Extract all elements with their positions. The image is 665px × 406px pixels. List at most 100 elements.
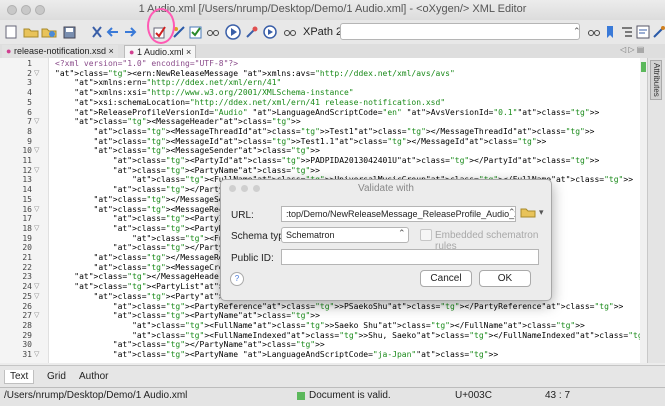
code-line[interactable]: <?xml version="1.0" encoding="UTF-8"?> <box>55 59 238 68</box>
code-line[interactable]: "at">class="tg"><MessageHeader"at">class… <box>55 117 300 126</box>
fold-toggle-icon[interactable]: ▽ <box>34 166 39 174</box>
modified-dot-icon: ● <box>6 46 12 56</box>
line-number: 23 <box>22 272 32 282</box>
code-line[interactable]: "at">class="tg"><PartyName"at">class="tg… <box>55 166 320 175</box>
fold-toggle-icon[interactable]: ▽ <box>34 224 39 232</box>
code-line[interactable]: "at">class="tg"><FullName"at">class="tg"… <box>55 321 585 330</box>
file-path-status: /Users/nrump/Desktop/Demo/1 Audio.xml <box>4 390 188 401</box>
close-tab-icon[interactable]: × <box>186 47 191 57</box>
cancel-button[interactable]: Cancel <box>420 270 472 287</box>
line-number: 7 <box>27 117 32 127</box>
line-number: 27 <box>22 311 32 321</box>
code-line[interactable]: "at">class="tg"><MessageThreadId"at">cla… <box>55 127 595 136</box>
profile-glasses-icon[interactable] <box>281 23 299 41</box>
code-line[interactable]: "at">class="tg"><PartyId"at">class="tg">… <box>55 156 600 165</box>
code-line[interactable]: "at">class="tg"></PartyName"at">class="t… <box>55 340 325 349</box>
public-id-input[interactable] <box>281 249 539 265</box>
modified-dot-icon: ● <box>129 47 135 57</box>
open-url-icon[interactable] <box>40 23 58 41</box>
tab-1-audio-xml[interactable]: ● 1 Audio.xml × <box>124 45 197 59</box>
window-title: 1 Audio.xml [/Users/nrump/Desktop/Demo/1… <box>138 3 527 15</box>
code-line[interactable]: "at">class="tg"><PartyReference"at">clas… <box>55 302 624 311</box>
code-line[interactable]: "at">xmlns:xsi="http://www.w3.org/2001/X… <box>55 88 353 97</box>
tab-release-notification[interactable]: ● release-notification.xsd × <box>2 45 118 58</box>
close-tab-icon[interactable]: × <box>109 46 114 56</box>
schema-type-select[interactable]: Schematron <box>281 227 409 243</box>
code-line[interactable]: "at">class="tg"><PartyName "at">Language… <box>55 350 498 359</box>
new-file-icon[interactable] <box>2 23 20 41</box>
browse-folder-icon[interactable] <box>520 205 536 222</box>
back-arrow-icon[interactable] <box>104 23 122 41</box>
fold-toggle-icon[interactable]: ▽ <box>34 69 39 77</box>
code-line[interactable]: "at">ReleaseProfileVersionId="Audio" "at… <box>55 108 599 117</box>
embedded-rules-checkbox[interactable] <box>420 229 432 241</box>
tab-label: 1 Audio.xml <box>136 47 184 57</box>
validate-with-dialog: Validate with URL: :top/Demo/NewReleaseM… <box>220 179 552 301</box>
validation-status-marker <box>641 62 646 72</box>
bookmark-icon[interactable] <box>601 23 619 41</box>
line-number: 16 <box>22 204 32 214</box>
tab-grid-mode[interactable]: Grid <box>42 370 71 383</box>
line-number: 19 <box>22 233 32 243</box>
code-line[interactable]: "at">class="tg"><ern:NewReleaseMessage "… <box>55 69 455 78</box>
ok-button[interactable]: OK <box>479 270 531 287</box>
open-folder-icon[interactable] <box>22 23 40 41</box>
fold-toggle-icon[interactable]: ▽ <box>34 350 39 358</box>
validate-options-icon[interactable] <box>187 23 205 41</box>
schema-type-chevron-icon[interactable]: ⌃ <box>398 228 406 239</box>
run-transformation-icon[interactable] <box>224 23 242 41</box>
line-number: 1 <box>27 59 32 68</box>
xpath-input[interactable] <box>340 23 580 40</box>
line-number: 2 <box>27 68 32 78</box>
line-number: 15 <box>22 194 32 204</box>
line-number: 10 <box>22 146 32 156</box>
fold-toggle-icon[interactable]: ▽ <box>34 282 39 290</box>
vertical-scrollbar[interactable] <box>640 58 647 363</box>
validation-status[interactable]: Document is valid. <box>309 390 391 401</box>
schema-type-value: Schematron <box>286 230 335 240</box>
line-number: 6 <box>27 107 32 117</box>
tab-scroll-arrows-icon[interactable]: ◁ ▷ ▤ <box>620 45 644 54</box>
fold-toggle-icon[interactable]: ▽ <box>34 205 39 213</box>
valid-indicator-icon <box>297 392 305 400</box>
attributes-panel-tab[interactable]: Attributes <box>650 60 662 100</box>
xpath-dropdown-chevron-icon[interactable]: ⌃ <box>573 26 581 37</box>
forward-arrow-icon[interactable] <box>121 23 139 41</box>
toolbar-overflow-icon[interactable] <box>650 23 665 41</box>
save-icon[interactable] <box>60 23 78 41</box>
configure-transformation-icon[interactable] <box>243 23 261 41</box>
line-number: 14 <box>22 185 32 195</box>
line-number: 31 <box>22 350 32 359</box>
char-code-status: U+003C <box>455 390 492 401</box>
code-line[interactable]: "at">class="tg"><FullNameIndexed"at">cla… <box>55 331 657 340</box>
debug-icon[interactable] <box>262 23 280 41</box>
code-line[interactable]: "at">xmlns:ern="http://ddex.net/xml/ern/… <box>55 78 281 87</box>
fold-toggle-icon[interactable]: ▽ <box>34 292 39 300</box>
line-number: 8 <box>27 126 32 136</box>
tab-author-mode[interactable]: Author <box>74 370 113 383</box>
line-number: 11 <box>22 156 32 165</box>
cursor-position-status: 43 : 7 <box>545 390 571 401</box>
fold-toggle-icon[interactable]: ▽ <box>34 146 39 154</box>
code-line[interactable]: "at">class="tg"><PartyName"at">class="tg… <box>55 311 320 320</box>
line-number: 26 <box>22 301 32 311</box>
help-button[interactable]: ? <box>230 272 244 286</box>
line-number: 22 <box>22 262 32 272</box>
public-id-label: Public ID: <box>231 253 274 264</box>
url-history-dropdown-icon[interactable]: ⌃ <box>508 207 516 218</box>
code-line[interactable]: "at">class="tg"><MessageSender"at">class… <box>55 146 320 155</box>
fold-toggle-icon[interactable]: ▽ <box>34 117 39 125</box>
code-line[interactable]: "at">class="tg"><MessageId"at">class="tg… <box>55 137 547 146</box>
line-number: 30 <box>22 340 32 350</box>
tab-text-mode[interactable]: Text <box>4 370 35 384</box>
line-number: 9 <box>27 136 32 146</box>
fold-toggle-icon[interactable]: ▽ <box>34 311 39 319</box>
editor-tab-bar: ● release-notification.xsd × ● 1 Audio.x… <box>0 44 665 59</box>
url-input[interactable]: :top/Demo/NewReleaseMessage_ReleaseProfi… <box>281 206 516 222</box>
glasses-icon[interactable] <box>204 23 222 41</box>
editor-mode-tabs: Text Grid Author <box>0 365 665 388</box>
line-number: 18 <box>22 223 32 233</box>
browse-options-icon[interactable]: ▾ <box>539 207 544 218</box>
code-line[interactable]: "at">xsi:schemaLocation="http://ddex.net… <box>55 98 445 107</box>
line-number: 4 <box>27 88 32 98</box>
